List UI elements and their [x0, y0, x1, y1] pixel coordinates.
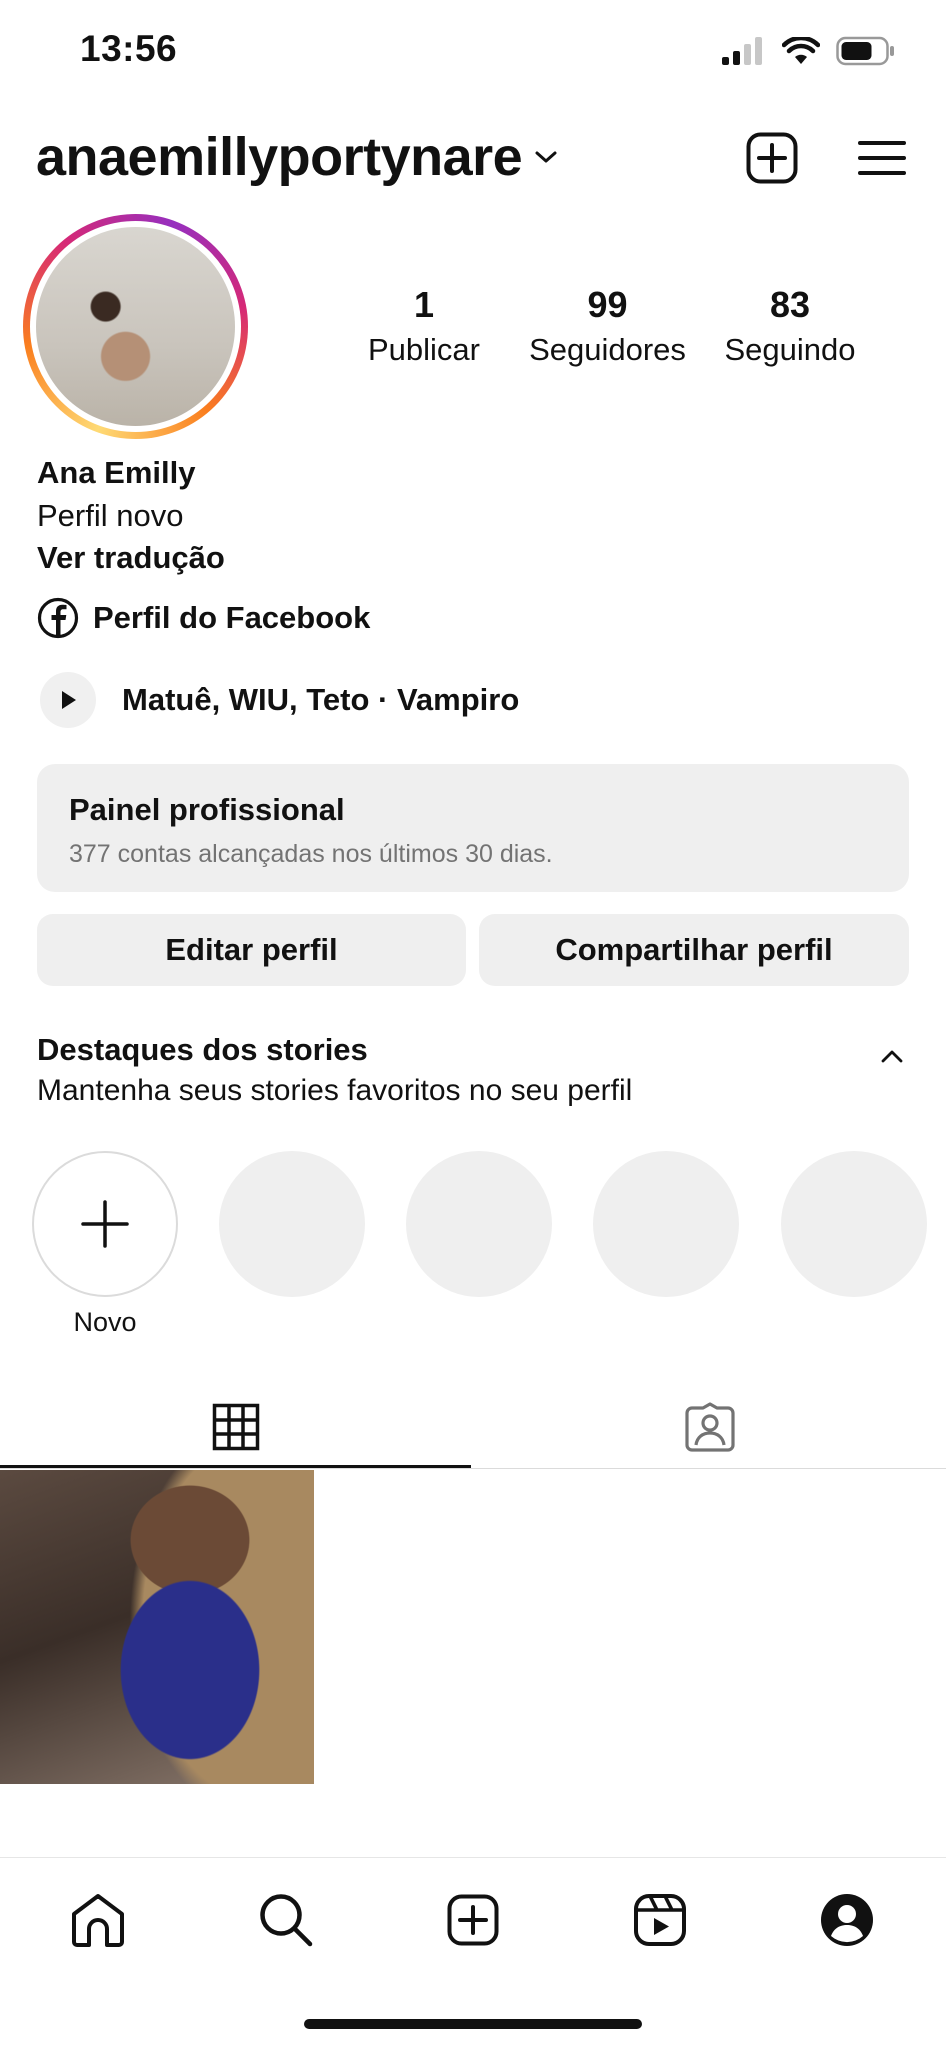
grid-icon — [212, 1403, 259, 1451]
music-label: Matuê, WIU, Teto · Vampiro — [122, 682, 520, 717]
highlight-placeholder — [781, 1151, 927, 1297]
tagged-user-icon — [684, 1402, 735, 1452]
nav-create[interactable] — [438, 1885, 508, 1955]
highlight-placeholder — [219, 1151, 365, 1297]
wifi-icon — [782, 37, 820, 64]
hamburger-menu-icon — [858, 141, 906, 175]
stat-followers-label: Seguidores — [529, 332, 686, 367]
menu-button[interactable] — [852, 128, 912, 188]
profile-music[interactable]: Matuê, WIU, Teto · Vampiro — [40, 672, 519, 728]
profile-name: Ana Emilly — [37, 455, 196, 490]
reels-icon — [634, 1894, 686, 1946]
tab-tagged[interactable] — [473, 1385, 946, 1469]
chevron-down-icon — [535, 151, 557, 163]
home-indicator — [304, 2019, 642, 2029]
post-thumbnail[interactable] — [0, 1470, 314, 1784]
new-highlight-label: Novo — [73, 1307, 137, 1337]
username: anaemillyportynare — [36, 127, 523, 187]
translate-link[interactable]: Ver tradução — [37, 540, 225, 576]
create-button[interactable] — [742, 128, 802, 188]
stat-following[interactable]: 83 Seguindo — [710, 284, 870, 368]
status-time: 13:56 — [80, 28, 178, 69]
play-icon — [62, 691, 76, 709]
highlights-title: Destaques dos stories — [37, 1032, 368, 1067]
battery-icon — [836, 36, 894, 66]
profile-avatar[interactable] — [23, 214, 248, 439]
highlight-placeholder — [593, 1151, 739, 1297]
stat-posts-label: Publicar — [368, 332, 480, 367]
plus-icon — [81, 1200, 129, 1248]
edit-profile-button[interactable]: Editar perfil — [37, 914, 466, 986]
profile-bio: Perfil novo — [37, 498, 184, 533]
dashboard-title: Painel profissional — [69, 792, 345, 827]
nav-home[interactable] — [63, 1885, 133, 1955]
nav-profile[interactable] — [812, 1885, 882, 1955]
stat-followers-value: 99 — [587, 284, 628, 325]
status-icons — [722, 36, 896, 66]
stat-posts-value: 1 — [413, 284, 435, 325]
tab-posts-grid[interactable] — [0, 1385, 471, 1469]
home-icon — [72, 1894, 124, 1947]
stat-following-label: Seguindo — [724, 332, 856, 367]
dashboard-subtitle: 377 contas alcançadas nos últimos 30 dia… — [69, 840, 553, 868]
username-switcher[interactable]: anaemillyportynare — [36, 126, 560, 188]
facebook-icon — [37, 597, 79, 639]
stat-followers[interactable]: 99 Seguidores — [515, 284, 700, 368]
tab-divider — [0, 1468, 946, 1469]
facebook-link-label: Perfil do Facebook — [93, 600, 371, 635]
chevron-up-icon — [881, 1050, 903, 1063]
nav-reels[interactable] — [625, 1885, 695, 1955]
stat-posts[interactable]: 1 Publicar — [354, 284, 494, 368]
new-highlight-button[interactable] — [32, 1151, 178, 1297]
highlight-placeholder — [406, 1151, 552, 1297]
highlights-subtitle: Mantenha seus stories favoritos no seu p… — [37, 1074, 633, 1107]
nav-search[interactable] — [251, 1885, 321, 1955]
add-square-icon — [746, 132, 798, 184]
share-profile-button[interactable]: Compartilhar perfil — [479, 914, 909, 986]
professional-dashboard[interactable]: Painel profissional 377 contas alcançada… — [37, 764, 909, 892]
collapse-highlights-button[interactable] — [876, 1040, 908, 1072]
bottom-nav-divider — [0, 1857, 946, 1858]
avatar-photo — [36, 227, 235, 426]
add-square-icon — [447, 1894, 499, 1946]
play-button[interactable] — [40, 672, 96, 728]
facebook-profile-link[interactable]: Perfil do Facebook — [37, 597, 370, 639]
stat-following-value: 83 — [769, 284, 811, 325]
search-icon — [260, 1894, 313, 1947]
profile-icon — [821, 1894, 873, 1946]
signal-icon — [722, 37, 762, 65]
